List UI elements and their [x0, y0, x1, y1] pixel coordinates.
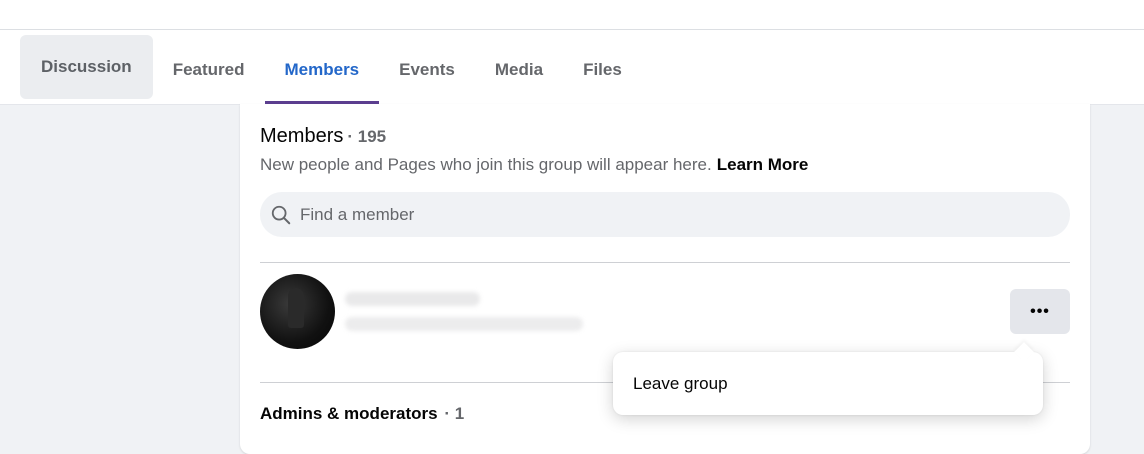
search-icon — [271, 205, 291, 224]
redacted-member-name — [345, 292, 480, 306]
tab-media[interactable]: Media — [475, 35, 563, 104]
tab-members[interactable]: Members — [264, 35, 380, 105]
header-divider — [0, 29, 1144, 30]
members-title: Members — [260, 125, 344, 147]
group-header: Discussion Featured Members Events Media… — [0, 0, 1144, 105]
members-subtitle-text: New people and Pages who join this group… — [260, 155, 712, 174]
members-heading: Members · 195 — [260, 125, 386, 148]
group-tabs: Discussion Featured Members Events Media… — [20, 35, 642, 105]
more-options-icon: ••• — [1030, 302, 1050, 320]
admins-count: · 1 — [444, 404, 465, 423]
members-count: · 195 — [347, 127, 387, 146]
search-input[interactable] — [298, 203, 1062, 226]
leave-group-menu-item[interactable]: Leave group — [621, 360, 1035, 407]
avatar[interactable] — [260, 274, 335, 349]
leave-group-label: Leave group — [633, 373, 728, 393]
member-options-menu: Leave group — [613, 342, 1043, 415]
admins-title: Admins & moderators — [260, 404, 438, 423]
tab-featured[interactable]: Featured — [153, 35, 265, 104]
learn-more-link[interactable]: Learn More — [717, 155, 809, 174]
more-options-button[interactable]: ••• — [1010, 289, 1070, 334]
tab-events[interactable]: Events — [379, 35, 475, 104]
redacted-member-detail — [345, 317, 583, 331]
admins-heading: Admins & moderators · 1 — [260, 404, 464, 424]
tab-files[interactable]: Files — [563, 35, 642, 104]
divider — [260, 262, 1070, 263]
members-subtitle: New people and Pages who join this group… — [260, 155, 808, 175]
member-search[interactable] — [260, 192, 1070, 237]
tab-discussion[interactable]: Discussion — [20, 35, 153, 99]
avatar-figure — [288, 288, 304, 328]
